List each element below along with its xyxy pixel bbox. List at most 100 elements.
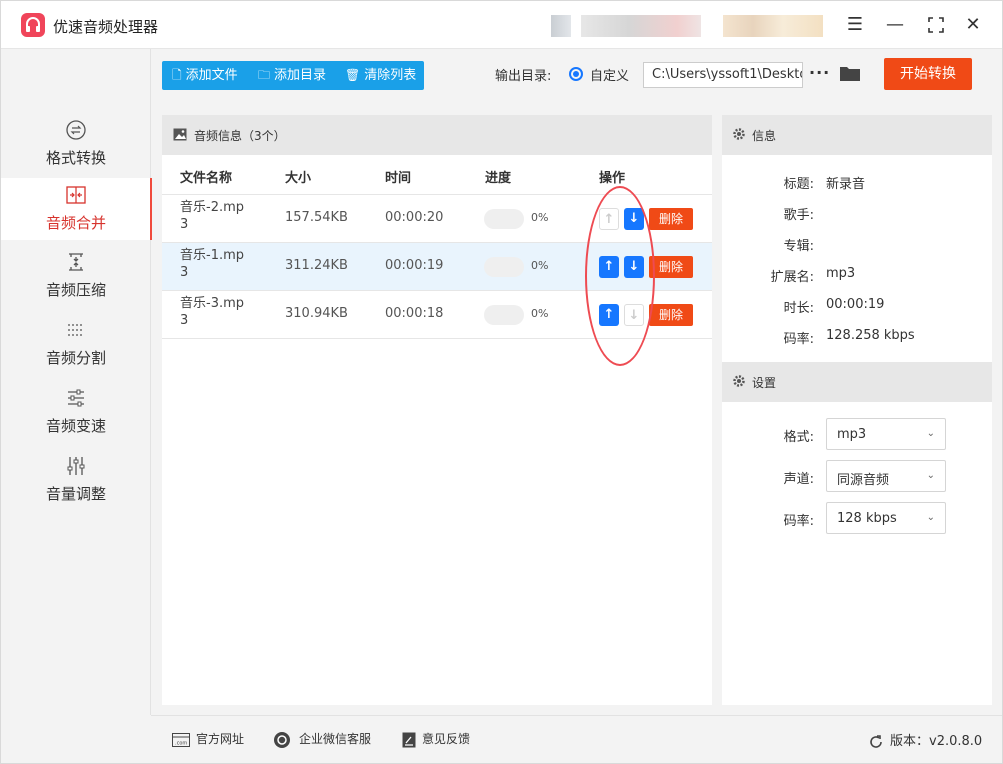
column-header-name: 文件名称 xyxy=(180,171,233,186)
info-value-extension: mp3 xyxy=(826,266,856,281)
column-header-progress: 进度 xyxy=(485,171,512,186)
sidebar-item-volume-adjust[interactable]: 音量调整 xyxy=(1,449,151,511)
sidebar-item-audio-merge[interactable]: 音频合并 xyxy=(1,178,152,240)
chevron-down-icon: ⌄ xyxy=(926,470,935,481)
file-name: 音乐-3.mp 3 xyxy=(180,296,245,328)
add-directory-button[interactable]: 🗀 添加目录 xyxy=(258,61,326,90)
sidebar-item-audio-compress[interactable]: 音频压缩 xyxy=(1,245,151,307)
channel-select[interactable]: 同源音频 ⌄ xyxy=(826,460,946,492)
svg-text:.com: .com xyxy=(175,740,187,746)
sidebar-item-label: 音频分割 xyxy=(45,349,106,367)
info-value-duration: 00:00:19 xyxy=(826,297,885,312)
headphones-logo-icon xyxy=(21,13,45,37)
progress-percent: 0% xyxy=(531,211,549,224)
custom-output-label[interactable]: 自定义 xyxy=(590,65,629,84)
info-header: 信息 xyxy=(722,115,992,155)
close-icon[interactable]: ✕ xyxy=(959,11,987,39)
feedback-label: 意见反馈 xyxy=(422,732,471,746)
file-list-header: 音频信息（3个） xyxy=(162,115,712,155)
gear-icon xyxy=(733,128,745,140)
add-file-button[interactable]: 🗋 添加文件 xyxy=(172,61,238,90)
column-header-actions: 操作 xyxy=(599,171,626,186)
info-label-extension: 扩展名: xyxy=(770,270,814,285)
sidebar: 格式转换 音频合并 音频压缩 音频分割 音频变速 音量调整 xyxy=(1,49,152,715)
folder-outline-icon: 🗀 xyxy=(258,68,271,82)
sidebar-item-audio-split[interactable]: 音频分割 xyxy=(1,313,151,375)
bitrate-select-value: 128 kbps xyxy=(837,511,897,526)
feedback-icon xyxy=(402,732,416,747)
info-label-duration: 时长: xyxy=(783,301,814,316)
progress-bar xyxy=(484,209,524,229)
output-path-field[interactable]: C:\Users\yssoft1\Deskto xyxy=(643,62,803,88)
menu-icon[interactable]: ☰ xyxy=(841,11,869,39)
wechat-support-link[interactable]: 企业微信客服 xyxy=(273,730,371,749)
gear-icon xyxy=(733,375,745,387)
info-label-album: 专辑: xyxy=(783,239,814,254)
info-value-title: 新录音 xyxy=(826,177,866,192)
browse-more-button[interactable]: ··· xyxy=(809,63,830,82)
maximize-icon[interactable] xyxy=(922,11,950,39)
blurred-region xyxy=(551,15,571,37)
annotation-oval xyxy=(585,186,655,366)
split-icon xyxy=(68,324,84,336)
app-title: 优速音频处理器 xyxy=(53,18,159,36)
sidebar-item-label: 格式转换 xyxy=(45,149,106,167)
file-duration: 00:00:19 xyxy=(385,258,444,273)
progress-bar xyxy=(484,257,524,277)
details-panel: 信息 标题: 新录音 歌手: 专辑: 扩展名: mp3 时长: 00:00:19… xyxy=(722,115,992,705)
file-duration: 00:00:18 xyxy=(385,306,444,321)
sidebar-item-format-convert[interactable]: 格式转换 xyxy=(1,113,151,175)
sidebar-item-label: 音频合并 xyxy=(45,214,106,232)
title-bar: 优速音频处理器 ☰ — ✕ xyxy=(1,1,1002,49)
custom-output-radio[interactable] xyxy=(569,67,583,81)
speed-sliders-icon xyxy=(68,389,84,407)
website-label: 官方网址 xyxy=(196,732,245,746)
compress-icon xyxy=(69,253,83,271)
file-size: 311.24KB xyxy=(285,258,348,273)
feedback-link[interactable]: 意见反馈 xyxy=(402,730,470,748)
channel-select-value: 同源音频 xyxy=(837,473,890,488)
minimize-icon[interactable]: — xyxy=(881,11,909,39)
file-duration: 00:00:20 xyxy=(385,210,444,225)
website-icon: .com xyxy=(172,732,190,747)
column-header-size: 大小 xyxy=(285,171,312,186)
delete-button[interactable]: 删除 xyxy=(649,304,693,326)
add-directory-label: 添加目录 xyxy=(274,68,327,83)
blurred-region xyxy=(723,15,823,37)
merge-icon xyxy=(66,186,86,204)
settings-label-channel: 声道: xyxy=(783,472,814,487)
file-size: 157.54KB xyxy=(285,210,348,225)
info-title: 信息 xyxy=(752,129,777,143)
version-info[interactable]: 版本：v2.0.8.0 xyxy=(868,730,982,750)
start-convert-button[interactable]: 开始转换 xyxy=(884,58,972,90)
chevron-down-icon: ⌄ xyxy=(926,428,935,439)
sidebar-item-audio-speed[interactable]: 音频变速 xyxy=(1,381,151,443)
volume-sliders-icon xyxy=(67,457,85,475)
website-link[interactable]: .com 官方网址 xyxy=(172,730,244,747)
clear-list-button[interactable]: 🗑 清除列表 xyxy=(345,61,416,90)
sidebar-item-label: 音频压缩 xyxy=(45,281,106,299)
file-size: 310.94KB xyxy=(285,306,348,321)
format-select[interactable]: mp3 ⌄ xyxy=(826,418,946,450)
settings-label-format: 格式: xyxy=(783,430,814,445)
bitrate-select[interactable]: 128 kbps ⌄ xyxy=(826,502,946,534)
delete-button[interactable]: 删除 xyxy=(649,208,693,230)
delete-button[interactable]: 删除 xyxy=(649,256,693,278)
version-label: 版本：v2.0.8.0 xyxy=(890,734,983,749)
column-header-time: 时间 xyxy=(385,171,412,186)
info-value-bitrate: 128.258 kbps xyxy=(826,328,915,343)
add-file-label: 添加文件 xyxy=(185,68,238,83)
chevron-down-icon: ⌄ xyxy=(926,512,935,523)
sidebar-item-label: 音量调整 xyxy=(45,485,106,503)
footer: .com 官方网址 企业微信客服 意见反馈 版本：v2.0.8.0 xyxy=(151,715,1002,763)
progress-bar xyxy=(484,305,524,325)
swap-circle-icon xyxy=(66,120,86,140)
file-name: 音乐-2.mp 3 xyxy=(180,200,245,232)
open-folder-icon[interactable] xyxy=(839,64,861,82)
format-select-value: mp3 xyxy=(837,427,867,442)
refresh-icon xyxy=(870,734,882,748)
app-window: 优速音频处理器 ☰ — ✕ 格式转换 音频合并 音频压缩 音频分割 音频变速 音… xyxy=(0,0,1003,764)
info-label-artist: 歌手: xyxy=(783,208,814,223)
blurred-region xyxy=(581,15,701,37)
info-label-title: 标题: xyxy=(783,177,814,192)
